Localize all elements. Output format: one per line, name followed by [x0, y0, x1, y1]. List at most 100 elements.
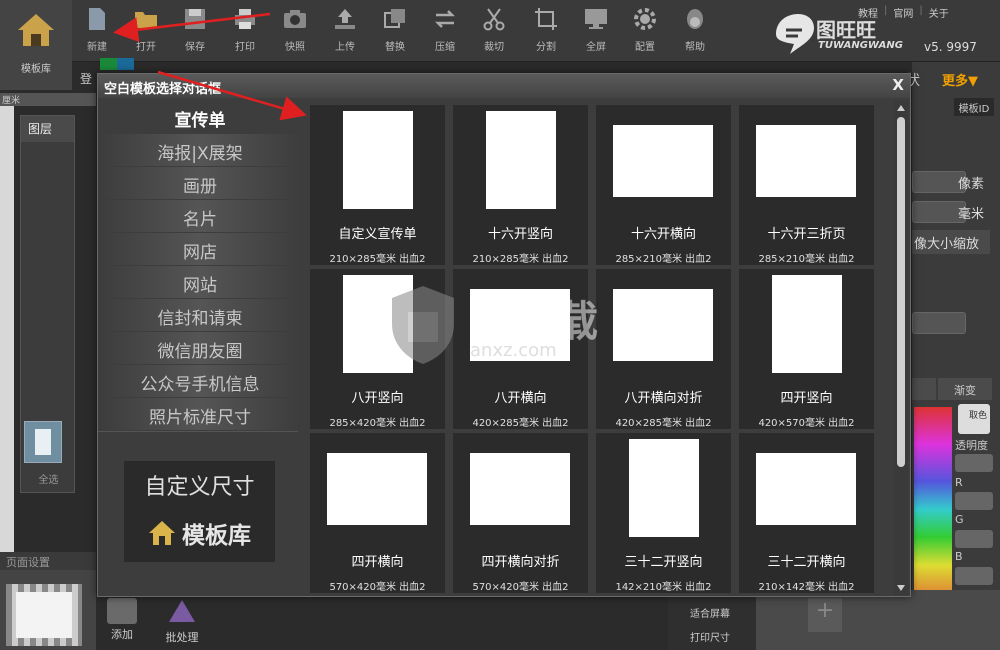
more-dropdown[interactable]: 更多▼ — [942, 70, 978, 89]
page-thumbnail[interactable] — [6, 584, 82, 646]
category-item-wechat-moments[interactable]: 微信朋友圈 — [101, 332, 299, 365]
swatch-panel: + — [756, 590, 1000, 650]
new-file-icon — [89, 8, 105, 30]
split-button[interactable]: 分割 — [526, 6, 566, 56]
paper-preview — [327, 453, 427, 525]
r-slider[interactable] — [955, 492, 993, 510]
tab-partial[interactable] — [912, 378, 936, 400]
open-button[interactable]: 打开 — [126, 6, 166, 56]
r-label: R — [955, 476, 963, 489]
template-library-text: 模板库 — [182, 523, 251, 549]
camera-icon — [284, 10, 306, 28]
qq-penguin-icon — [687, 9, 703, 29]
snapshot-label: 快照 — [285, 42, 305, 53]
layer-thumbnail[interactable] — [24, 421, 62, 463]
grid-scrollbar[interactable] — [894, 101, 908, 595]
vertical-ruler — [0, 106, 14, 552]
template-card-name: 三十二开横向 — [767, 555, 846, 570]
template-card[interactable]: 三十二开竖向 142×210毫米 出血2 — [596, 433, 731, 593]
opacity-slider[interactable] — [955, 454, 993, 472]
printer-icon — [235, 9, 255, 29]
login-text[interactable]: 登 — [80, 70, 92, 87]
custom-size-button[interactable]: 自定义尺寸 — [124, 465, 275, 503]
replace-button[interactable]: 替换 — [375, 6, 415, 56]
template-card[interactable]: 自定义宣传单 210×285毫米 出血2 — [310, 105, 445, 265]
scroll-thumb[interactable] — [897, 117, 905, 467]
template-card[interactable]: 十六开横向 285×210毫米 出血2 — [596, 105, 731, 265]
g-slider[interactable] — [955, 530, 993, 548]
replace-label: 替换 — [385, 42, 405, 53]
compress-button[interactable]: 压缩 — [425, 6, 465, 56]
template-card[interactable]: 八开横向对折 420×285毫米 出血2 — [596, 269, 731, 429]
print-size-button[interactable]: 打印尺寸 — [668, 621, 756, 645]
template-card[interactable]: 三十二开横向 210×142毫米 出血2 — [739, 433, 874, 593]
template-card[interactable]: 四开横向 570×420毫米 出血2 — [310, 433, 445, 593]
logo-text: 图旺旺 — [816, 18, 876, 42]
eyedropper-button[interactable]: 取色 — [958, 404, 990, 434]
tab-gradient[interactable]: 渐变 — [938, 378, 992, 400]
dialog-title: 空白模板选择对话框 — [98, 74, 910, 98]
print-button[interactable]: 打印 — [225, 6, 265, 56]
save-icon — [185, 9, 205, 29]
batch-button[interactable]: 批处理 — [162, 598, 202, 645]
template-card[interactable]: 十六开竖向 210×285毫米 出血2 — [453, 105, 588, 265]
help-button[interactable]: 帮助 — [675, 6, 715, 56]
scroll-down-arrow-icon[interactable] — [897, 585, 905, 591]
category-item-official-account[interactable]: 公众号手机信息 — [101, 365, 299, 398]
crop-cut-button[interactable]: 裁切 — [474, 6, 514, 56]
house-icon — [18, 14, 54, 46]
category-item-brochure[interactable]: 画册 — [101, 167, 299, 200]
upload-button[interactable]: 上传 — [325, 6, 365, 56]
color-spectrum[interactable] — [914, 407, 952, 593]
monitor-icon — [585, 9, 607, 29]
open-label: 打开 — [136, 42, 156, 53]
select-all-button[interactable]: 全选 — [21, 471, 76, 486]
scroll-up-arrow-icon[interactable] — [897, 105, 905, 111]
template-card-name: 十六开横向 — [630, 227, 696, 242]
config-button[interactable]: 配置 — [625, 6, 665, 56]
template-card-size: 285×210毫米 出血2 — [758, 254, 855, 265]
new-button[interactable]: 新建 — [77, 6, 117, 56]
template-card[interactable]: 四开竖向 420×570毫米 出血2 — [739, 269, 874, 429]
template-card-name: 四开横向对折 — [481, 555, 560, 570]
fullscreen-button[interactable]: 全屏 — [576, 6, 616, 56]
category-item-online-store[interactable]: 网店 — [101, 233, 299, 266]
category-item-business-card[interactable]: 名片 — [101, 200, 299, 233]
fit-screen-button[interactable]: 适合屏幕 — [668, 597, 756, 621]
template-library-link-button[interactable]: 模板库 — [124, 513, 275, 553]
save-button[interactable]: 保存 — [175, 6, 215, 56]
about-link[interactable]: 关于 — [929, 5, 949, 20]
category-item-poster[interactable]: 海报|X展架 — [101, 134, 299, 167]
paper-preview — [756, 125, 856, 197]
horizontal-ruler: 厘米 — [0, 93, 96, 106]
template-card-name: 十六开三折页 — [767, 227, 846, 242]
add-swatch-button[interactable]: + — [808, 598, 842, 632]
scale-by-size-button[interactable]: 像大小缩放 — [912, 230, 990, 254]
category-item-website[interactable]: 网站 — [101, 266, 299, 299]
b-slider[interactable] — [955, 567, 993, 585]
category-item-envelope[interactable]: 信封和请柬 — [101, 299, 299, 332]
g-label: G — [955, 513, 964, 526]
numeric-stepper[interactable] — [912, 312, 966, 334]
page-setting-label[interactable]: 页面设置 — [0, 552, 96, 570]
template-card[interactable]: 四开横向对折 570×420毫米 出血2 — [453, 433, 588, 593]
add-button[interactable]: 添加 — [102, 598, 142, 642]
close-button[interactable]: X — [892, 76, 904, 94]
template-card[interactable]: 十六开三折页 285×210毫米 出血2 — [739, 105, 874, 265]
template-library-button[interactable]: 模板库 — [0, 0, 72, 90]
snapshot-button[interactable]: 快照 — [275, 6, 315, 56]
paper-preview — [756, 453, 856, 525]
b-label: B — [955, 550, 963, 563]
template-card-size: 570×420毫米 出血2 — [472, 582, 569, 593]
replace-icon — [384, 9, 405, 28]
template-card-name: 四开竖向 — [780, 391, 833, 406]
prism-icon — [169, 600, 195, 622]
category-item-flyer[interactable]: 宣传单 — [101, 101, 299, 134]
print-label: 打印 — [235, 42, 255, 53]
template-card-name: 十六开竖向 — [487, 227, 553, 242]
view-options: 适合屏幕 打印尺寸 — [668, 597, 756, 650]
scissors-icon — [483, 8, 505, 31]
template-card-size: 210×285毫米 出血2 — [329, 254, 426, 265]
main-toolbar: 模板库 新建 打开 保存 打印 快照 上传 替换 压缩 裁切 分割 全屏 配置 … — [0, 0, 1000, 90]
category-item-photo-size[interactable]: 照片标准尺寸 — [101, 398, 299, 431]
